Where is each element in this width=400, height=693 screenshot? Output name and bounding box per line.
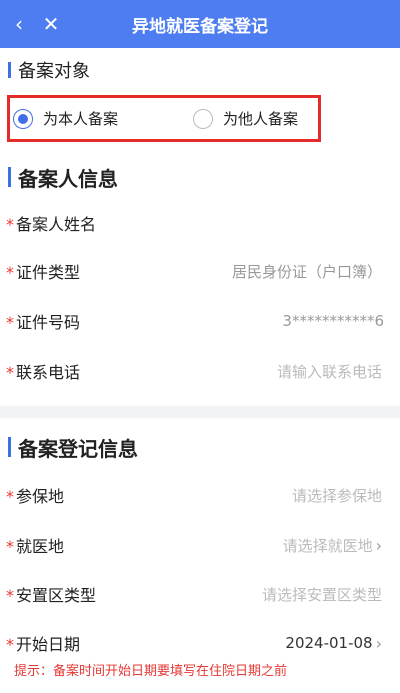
radio-highlight-box: 为本人备案 为他人备案 xyxy=(7,95,321,142)
page-title: 异地就医备案登记 xyxy=(132,16,268,37)
target-radio-panel: 为本人备案 为他人备案 xyxy=(0,92,400,148)
resettlement-type-select[interactable]: 请选择安置区类型 xyxy=(262,584,382,605)
row-label: * 备案人姓名 xyxy=(6,215,97,234)
row-id-type[interactable]: * 证件类型 居民身份证（户口簿） xyxy=(0,246,400,296)
section-person-header: 备案人信息 xyxy=(0,154,400,200)
row-label: * 安置区类型 xyxy=(6,586,97,605)
app-header: ‹ ✕ 异地就医备案登记 xyxy=(0,0,400,48)
row-label: * 开始日期 xyxy=(6,635,81,654)
row-label: * 参保地 xyxy=(6,487,65,506)
radio-option-self[interactable]: 为本人备案 xyxy=(13,108,118,129)
medical-place-select[interactable]: 请选择就医地 › xyxy=(283,535,382,556)
section-accent-bar xyxy=(8,437,11,457)
section-register-title: 备案登记信息 xyxy=(18,436,138,461)
chevron-left-icon: ‹ xyxy=(15,12,23,36)
row-insured-place[interactable]: * 参保地 请选择参保地 xyxy=(0,470,400,520)
radio-checked-icon xyxy=(13,108,33,129)
radio-option-other-label: 为他人备案 xyxy=(223,110,299,128)
insured-place-select[interactable]: 请选择参保地 xyxy=(292,485,382,506)
back-button[interactable]: ‹ xyxy=(4,0,34,48)
row-applicant-name[interactable]: * 备案人姓名 xyxy=(0,198,400,248)
row-id-number[interactable]: * 证件号码 3***********6 xyxy=(0,296,400,346)
chevron-right-icon: › xyxy=(375,633,382,653)
row-label: * 证件类型 xyxy=(6,263,81,282)
id-type-value: 居民身份证（户口簿） xyxy=(231,262,382,281)
start-date-hint: 提示：备案时间开始日期要填写在住院日期之前 xyxy=(14,664,288,679)
section-target-title: 备案对象 xyxy=(18,61,90,82)
chevron-right-icon: › xyxy=(375,535,382,555)
close-icon: ✕ xyxy=(42,12,60,36)
section-register-header: 备案登记信息 xyxy=(0,424,400,470)
person-info-card: 备案人信息 * 备案人姓名 * 证件类型 居民身份证（户口簿） * 证件号码 3***… xyxy=(0,148,400,406)
radio-unchecked-icon xyxy=(193,108,213,129)
row-label: * 联系电话 xyxy=(6,363,81,382)
row-label: * 就医地 xyxy=(6,537,65,556)
start-date-picker[interactable]: 2024-01-08 › xyxy=(285,634,382,653)
section-target-header: 备案对象 xyxy=(0,48,400,92)
close-button[interactable]: ✕ xyxy=(36,0,66,48)
row-resettlement-type[interactable]: * 安置区类型 请选择安置区类型 xyxy=(0,569,400,619)
section-person-title: 备案人信息 xyxy=(18,166,118,191)
radio-option-other[interactable]: 为他人备案 xyxy=(193,108,298,129)
id-number-value: 3***********6 xyxy=(282,312,384,330)
phone-input[interactable]: 请输入联系电话 xyxy=(277,361,382,382)
row-label: * 证件号码 xyxy=(6,313,81,332)
section-accent-bar xyxy=(8,167,11,187)
radio-option-self-label: 为本人备案 xyxy=(43,110,119,128)
register-info-card: 备案登记信息 * 参保地 请选择参保地 * 就医地 请选择就医地 › * 安置区类型 请… xyxy=(0,418,400,693)
section-accent-bar xyxy=(8,62,11,78)
row-medical-place[interactable]: * 就医地 请选择就医地 › xyxy=(0,520,400,570)
row-phone[interactable]: * 联系电话 请输入联系电话 xyxy=(0,346,400,396)
